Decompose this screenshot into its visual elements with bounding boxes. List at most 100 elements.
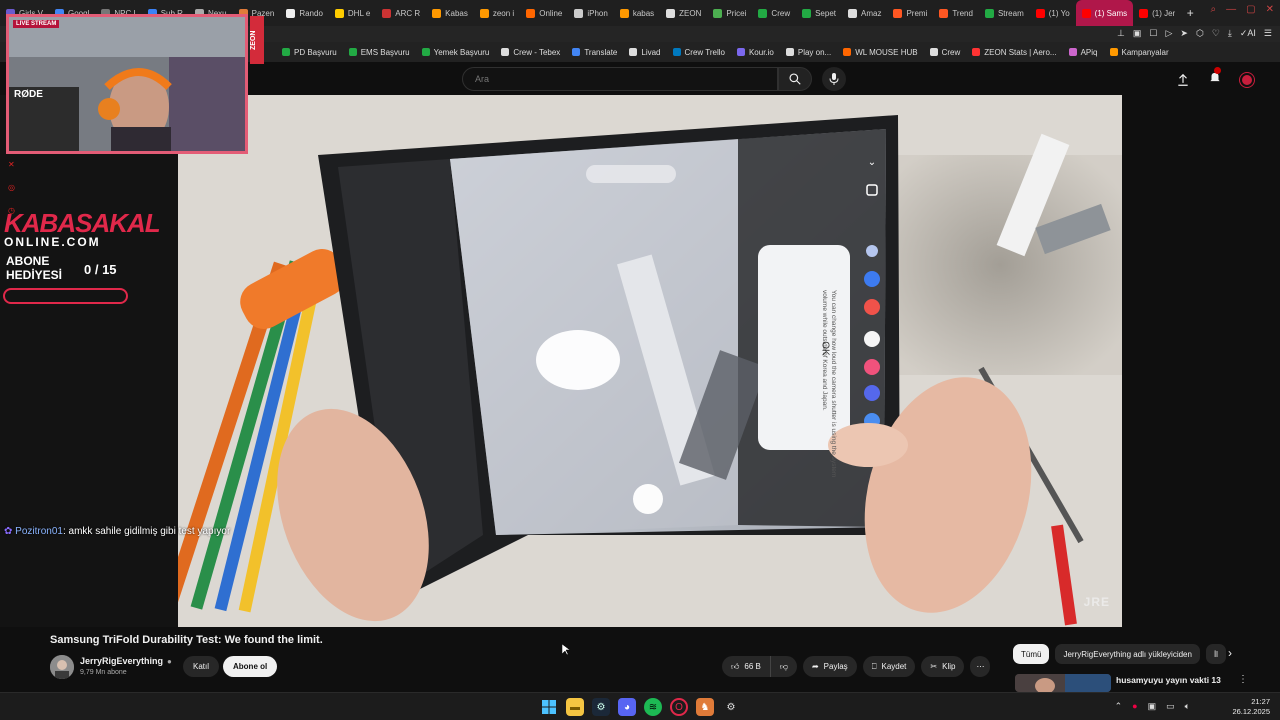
bookmark-item[interactable]: Kampanyalar (1109, 47, 1169, 57)
browser-tab[interactable]: Sepet (796, 0, 842, 26)
video-player[interactable]: ⌄ You can change how loud the camera shu… (178, 95, 1122, 627)
new-tab-button[interactable]: + (1181, 6, 1199, 20)
browser-tab[interactable]: zeon i (474, 0, 520, 26)
bookmark-favicon-icon (348, 48, 357, 56)
bookmark-item[interactable]: APiq (1068, 48, 1098, 57)
bookmark-item[interactable]: Crew (929, 48, 960, 57)
bookmark-item[interactable]: Crew - Tebex (501, 48, 560, 57)
spotify-icon[interactable]: ≋ (644, 698, 662, 716)
tab-favicon-icon (574, 8, 584, 18)
close-button[interactable]: ✕ (1266, 4, 1274, 15)
notifications-button[interactable] (1208, 67, 1222, 89)
bookmark-icon[interactable]: ☐ (1149, 28, 1157, 39)
steam-icon[interactable]: ⚙ (592, 698, 610, 716)
bookmark-item[interactable]: EMS Başvuru (348, 48, 410, 57)
network-icon[interactable]: ▭ (1166, 701, 1175, 712)
thumbs-down-icon: 👎︎ (779, 661, 788, 671)
filter-chip[interactable]: Tümü (1013, 644, 1050, 664)
subscribe-button[interactable]: Abone ol (223, 656, 278, 677)
recommended-thumbnail[interactable] (1015, 674, 1111, 692)
microphone-icon (829, 73, 839, 85)
bookmark-label: Kampanyalar (1121, 47, 1169, 57)
browser-tab[interactable]: Crew (752, 0, 796, 26)
search-icon (789, 73, 801, 85)
streamer-webcam: LIVE STREAM RØDE (6, 14, 248, 154)
bookmark-item[interactable]: Livad (629, 48, 661, 57)
video-title: Samsung TriFold Durability Test: We foun… (50, 634, 323, 646)
search-button[interactable] (778, 67, 812, 91)
system-clock[interactable]: 21:27 26.12.2025 (1232, 697, 1270, 717)
maximize-button[interactable]: ▢ (1246, 4, 1255, 15)
browser-tab[interactable]: (1) Jer (1133, 0, 1181, 26)
browser-tab[interactable]: (1) Sams (1075, 0, 1134, 26)
filter-chip[interactable]: İl (1205, 644, 1226, 664)
download-icon[interactable]: ⤓ (1228, 28, 1232, 39)
chevron-right-icon[interactable]: › (1228, 646, 1232, 660)
tab-favicon-icon (758, 8, 768, 18)
like-button[interactable]: 👍︎ 66 B (722, 656, 771, 677)
search-tabs-icon[interactable]: ⌕ (1211, 4, 1217, 15)
clip-button[interactable]: ✂ Klip (921, 656, 965, 677)
voice-search-button[interactable] (822, 67, 846, 91)
bookmark-item[interactable]: Yemek Başvuru (421, 48, 489, 57)
browser-tab[interactable]: Premi (887, 0, 933, 26)
menu-icon[interactable]: ☰ (1264, 28, 1272, 39)
bookmark-item[interactable]: Translate (572, 48, 617, 57)
tray-chevron-icon[interactable]: ⌃ (1115, 701, 1123, 712)
filter-chip[interactable]: JerryRigEverything adlı yükleyiciden (1055, 644, 1200, 664)
browser-tab[interactable]: Rando (280, 0, 329, 26)
share-button[interactable]: ➦ Paylaş (802, 656, 857, 677)
bookmark-item[interactable]: WL MOUSE HUB (843, 48, 918, 57)
account-avatar[interactable] (1240, 72, 1254, 87)
tab-label: ARC R (395, 8, 421, 18)
dislike-button[interactable]: 👎︎ (770, 656, 797, 677)
browser-tab[interactable]: Amaz (842, 0, 887, 26)
file-explorer-icon[interactable]: ▬ (566, 698, 584, 716)
minimize-button[interactable]: — (1226, 4, 1236, 15)
bookmark-item[interactable]: PD Başvuru (282, 48, 337, 57)
volume-icon[interactable]: 🔈︎ (1185, 701, 1190, 712)
recommended-more-icon[interactable]: ⋮ (1238, 674, 1248, 685)
bookmark-favicon-icon (572, 48, 581, 56)
play-icon[interactable]: ▷ (1165, 28, 1172, 39)
bookmark-label: Crew - Tebex (513, 47, 561, 57)
heart-icon[interactable]: ♡ (1212, 28, 1220, 39)
upload-icon[interactable] (1176, 73, 1190, 87)
settings-app-icon[interactable]: ⚙ (722, 698, 740, 716)
save-button[interactable]: ⎕ Kaydet (862, 656, 916, 677)
discord-icon[interactable]: ◕ (618, 698, 636, 716)
tray-app-icon[interactable]: ▣ (1148, 701, 1157, 712)
bookmark-item[interactable]: ZEON Stats | Aero... (972, 48, 1057, 57)
search-input[interactable] (463, 68, 777, 90)
bookmark-item[interactable]: Crew Trello (672, 48, 725, 57)
windows-start-icon[interactable] (540, 698, 558, 716)
channel-avatar[interactable] (50, 655, 74, 679)
mic-tray-icon[interactable]: ● (1132, 701, 1137, 712)
opera-gx-icon[interactable]: O (670, 698, 688, 716)
tab-label: zeon i (492, 8, 515, 18)
browser-tab[interactable]: Stream (979, 0, 1030, 26)
send-icon[interactable]: ➤ (1180, 28, 1188, 39)
ai-icon[interactable]: ✓AI (1240, 28, 1256, 39)
browser-tab[interactable]: Pricei (707, 0, 752, 26)
browser-tab[interactable]: ARC R (376, 0, 426, 26)
browser-tab[interactable]: Online (520, 0, 568, 26)
extensions-icon[interactable]: ⬡ (1196, 28, 1204, 39)
bookmark-item[interactable]: Kour.io (736, 48, 774, 57)
bookmark-favicon-icon (421, 48, 430, 56)
app-icon[interactable]: ♞ (696, 698, 714, 716)
browser-tab[interactable]: ZEON (660, 0, 707, 26)
browser-tab[interactable]: iPhon (568, 0, 613, 26)
browser-tab[interactable]: (1) Yo (1030, 0, 1076, 26)
browser-tab[interactable]: Trend (933, 0, 979, 26)
channel-name[interactable]: JerryRigEverything ● (80, 656, 172, 666)
browser-tab[interactable]: DHL e (329, 0, 376, 26)
more-actions-button[interactable]: ⋯ (970, 656, 991, 677)
browser-tab[interactable]: kabas (614, 0, 660, 26)
browser-tab[interactable]: Kabas (426, 0, 474, 26)
recommended-title[interactable]: husamyuyu yayın vakti 13 (1116, 675, 1221, 685)
screenshot-icon[interactable]: ▣ (1133, 28, 1142, 39)
join-button[interactable]: Katıl (183, 656, 220, 677)
pin-icon[interactable]: ⊥ (1117, 28, 1125, 39)
bookmark-item[interactable]: Play on... (785, 48, 831, 57)
